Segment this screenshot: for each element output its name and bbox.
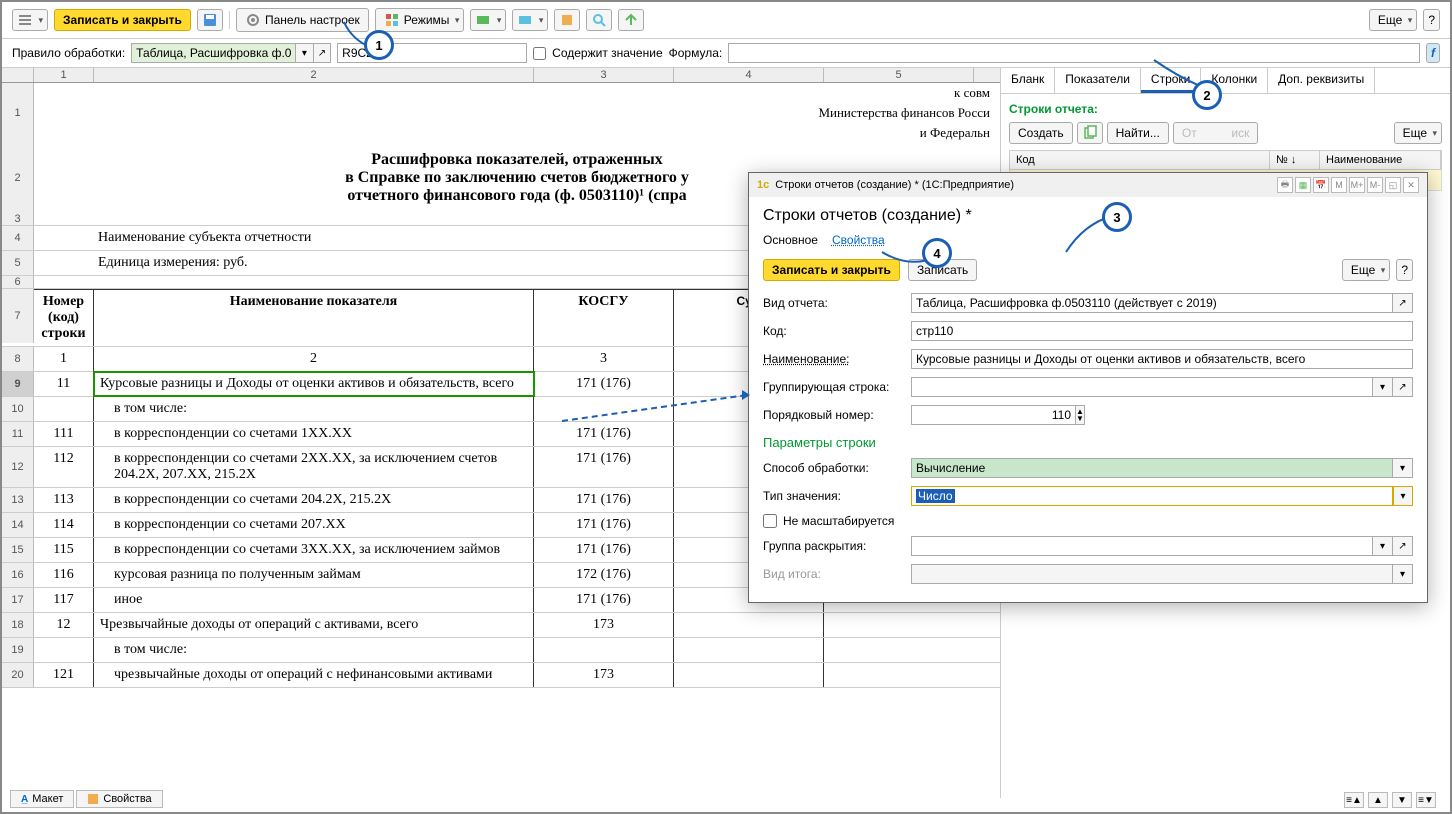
fld-order[interactable] [911, 405, 1076, 425]
fx-button[interactable]: f [1426, 43, 1440, 63]
column-headers: 1 2 3 4 5 [2, 68, 1000, 83]
lbl-method: Способ обработки: [763, 461, 903, 475]
modal-help-button[interactable]: ? [1396, 259, 1413, 281]
nav-up-icon[interactable]: ▲ [1368, 792, 1388, 808]
lbl-type: Тип значения: [763, 489, 903, 503]
nav-last-icon[interactable]: ≡▼ [1416, 792, 1436, 808]
fld-total[interactable] [911, 564, 1393, 584]
th-code: Номер (код) строки [34, 289, 94, 346]
menu-icon[interactable] [12, 9, 48, 31]
tool-icon-5[interactable] [618, 9, 644, 31]
bottom-tabs: A̲Макет Свойства [10, 790, 163, 808]
expand-drop-icon[interactable]: ▾ [1373, 536, 1393, 556]
rp-copy-button[interactable] [1077, 122, 1103, 144]
save-close-button[interactable]: Записать и закрыть [54, 9, 191, 31]
tool-icon-2[interactable] [512, 9, 548, 31]
rp-title: Строки отчета: [1009, 102, 1442, 116]
modal-tab-main[interactable]: Основное [763, 233, 818, 249]
tab-extra[interactable]: Доп. реквизиты [1268, 68, 1375, 93]
tool-icon-4[interactable] [586, 9, 612, 31]
modes-button[interactable]: Режимы [375, 8, 465, 32]
rp-gh-name: Наименование [1320, 151, 1441, 169]
fld-name[interactable] [911, 349, 1413, 369]
lbl-total: Вид итога: [763, 567, 903, 581]
rp-find-button[interactable]: Найти... [1107, 122, 1169, 144]
contains-label: Содержит значение [552, 46, 662, 60]
tab-blank[interactable]: Бланк [1001, 68, 1055, 93]
right-panel-tabs: Бланк Показатели Строки Колонки Доп. рек… [1001, 68, 1450, 94]
selected-cell[interactable]: Курсовые разницы и Доходы от оценки акти… [94, 372, 534, 396]
rp-more-button[interactable]: Еще [1394, 122, 1442, 144]
order-spinner-icon[interactable]: ▲▼ [1076, 405, 1085, 425]
rule-label: Правило обработки: [12, 46, 125, 60]
th-kosgu: КОСГУ [534, 289, 674, 346]
sheet-sub1: к совм [34, 83, 1000, 103]
lbl-kind: Вид отчета: [763, 296, 903, 310]
th-name: Наименование показателя [94, 289, 534, 346]
callout-4: 4 [922, 238, 952, 268]
lbl-noscale: Не масштабируется [783, 514, 894, 528]
more-button[interactable]: Еще [1369, 9, 1417, 31]
callout-3: 3 [1102, 202, 1132, 232]
type-drop-icon[interactable]: ▾ [1393, 486, 1413, 506]
rule-dropdown-icon[interactable]: ▾ [296, 43, 314, 63]
fld-expand[interactable] [911, 536, 1373, 556]
rule-field[interactable] [131, 43, 296, 63]
modal-window-title: Строки отчетов (создание) * (1С:Предприя… [775, 179, 1014, 191]
save-icon-button[interactable] [197, 9, 223, 31]
fld-type[interactable]: Число [911, 486, 1393, 506]
section-params: Параметры строки [763, 435, 1413, 450]
help-button[interactable]: ? [1423, 9, 1440, 31]
group-drop-icon[interactable]: ▾ [1373, 377, 1393, 397]
lbl-name: Наименование: [763, 352, 903, 366]
lbl-order: Порядковый номер: [763, 408, 903, 422]
fld-code[interactable] [911, 321, 1413, 341]
formula-field[interactable] [728, 43, 1420, 63]
lbl-code: Код: [763, 324, 903, 338]
lbl-expand: Группа раскрытия: [763, 539, 903, 553]
rp-gh-num: № ↓ [1270, 151, 1320, 169]
formula-label: Формула: [669, 46, 723, 60]
callout-1: 1 [364, 30, 394, 60]
tool-icon-1[interactable] [470, 9, 506, 31]
btab-layout[interactable]: A̲Макет [10, 790, 74, 808]
rule-open-icon[interactable]: ↗ [314, 43, 332, 63]
mminus-icon[interactable]: M- [1367, 177, 1383, 193]
tab-indicators[interactable]: Показатели [1055, 68, 1141, 93]
modal-more-button[interactable]: Еще [1342, 259, 1390, 281]
calc-icon[interactable]: ▦ [1295, 177, 1311, 193]
nav-down-icon[interactable]: ▼ [1392, 792, 1412, 808]
restore-icon[interactable]: ◱ [1385, 177, 1401, 193]
modal-tab-props[interactable]: Свойства [832, 233, 885, 249]
cal-icon[interactable]: 📅 [1313, 177, 1329, 193]
print-icon[interactable]: 🖶 [1277, 177, 1293, 193]
contains-checkbox[interactable] [533, 47, 546, 60]
formula-bar: Правило обработки: ▾ ↗ Содержит значение… [2, 39, 1450, 68]
btab-props[interactable]: Свойства [76, 790, 162, 808]
fld-kind[interactable] [911, 293, 1393, 313]
m-icon[interactable]: M [1331, 177, 1347, 193]
rp-create-button[interactable]: Создать [1009, 122, 1073, 144]
mplus-icon[interactable]: M+ [1349, 177, 1365, 193]
rp-cancel-button[interactable]: От иск [1173, 122, 1258, 144]
fld-group[interactable] [911, 377, 1373, 397]
expand-open-icon[interactable]: ↗ [1393, 536, 1413, 556]
group-open-icon[interactable]: ↗ [1393, 377, 1413, 397]
kind-open-icon[interactable]: ↗ [1393, 293, 1413, 313]
cb-noscale[interactable] [763, 514, 777, 528]
method-drop-icon[interactable]: ▾ [1393, 458, 1413, 478]
sheet-sub3: и Федеральн [34, 123, 1000, 143]
fld-method[interactable] [911, 458, 1393, 478]
tool-icon-3[interactable] [554, 9, 580, 31]
rp-gh-code: Код [1010, 151, 1270, 169]
sheet-sub2: Министерства финансов Росси [34, 103, 1000, 123]
close-icon[interactable]: ✕ [1403, 177, 1419, 193]
nav-first-icon[interactable]: ≡▲ [1344, 792, 1364, 808]
callout-2: 2 [1192, 80, 1222, 110]
main-toolbar: Записать и закрыть Панель настроек Режим… [2, 2, 1450, 39]
lbl-group: Группирующая строка: [763, 380, 903, 394]
total-drop-icon[interactable]: ▾ [1393, 564, 1413, 584]
